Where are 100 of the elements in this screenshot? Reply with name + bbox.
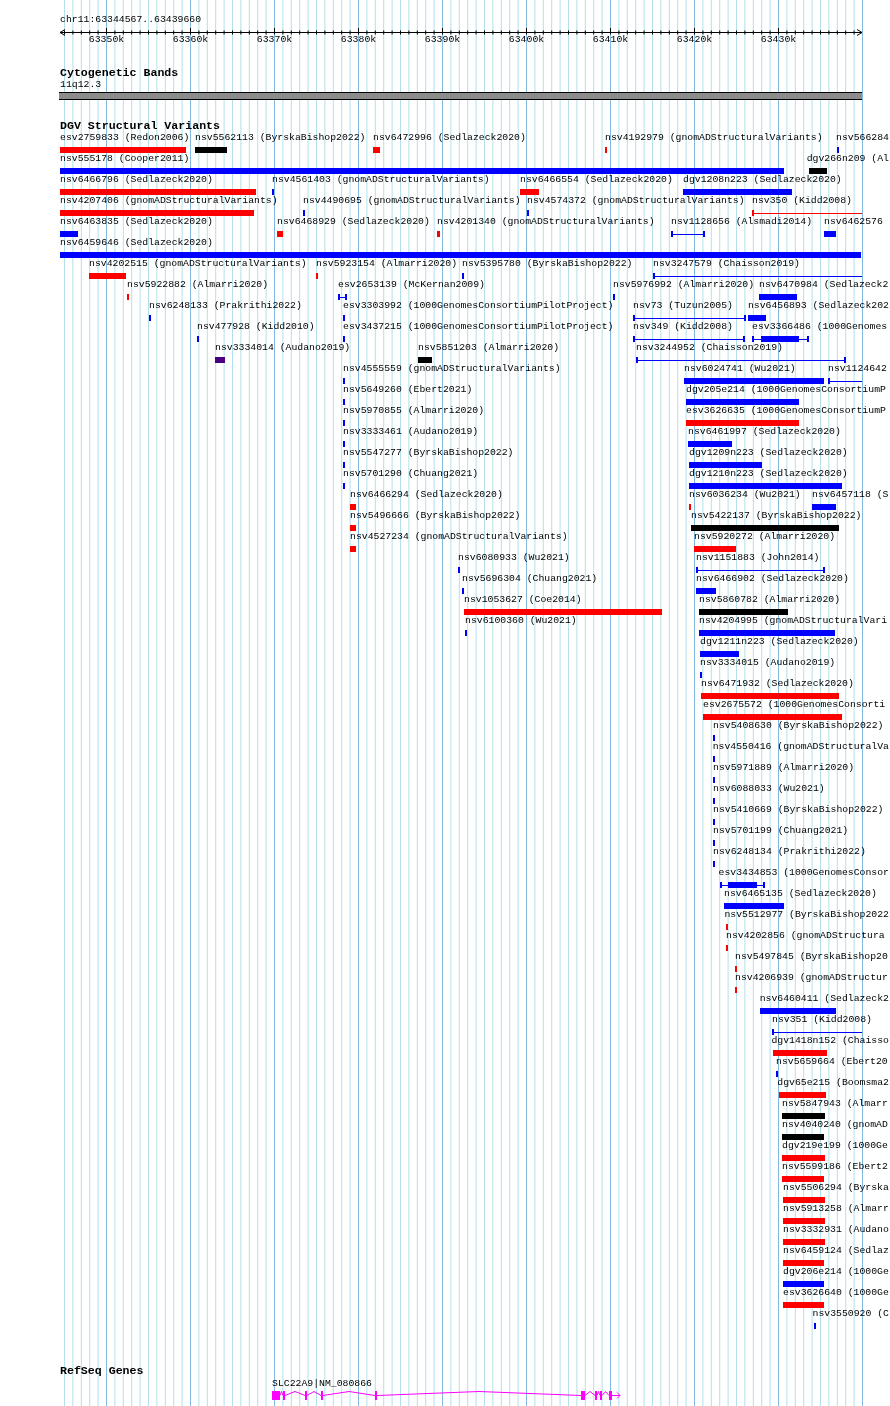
variant-bar[interactable] xyxy=(699,609,788,615)
variant-bar[interactable] xyxy=(418,357,432,363)
variant-bar[interactable] xyxy=(783,1239,825,1245)
variant-bar[interactable] xyxy=(215,357,225,363)
variant-bar[interactable] xyxy=(700,651,739,657)
track-title: DGV Structural Variants xyxy=(60,120,222,132)
variant-range-line[interactable] xyxy=(671,231,705,237)
variant-bar[interactable] xyxy=(60,189,256,195)
variant-label: nsv6463835 (Sedlazeck2020) xyxy=(60,216,213,228)
variant-label: nsv3334015 (Audano2019) xyxy=(700,657,836,669)
variant-bar[interactable] xyxy=(689,462,762,468)
variant-label: esv3434853 (1000GenomesConsor xyxy=(718,867,889,879)
variant-bar[interactable] xyxy=(824,231,836,237)
variant-range-line[interactable] xyxy=(636,357,846,363)
variant-label: nsv6466902 (Sedlazeck2020) xyxy=(696,573,849,585)
variant-bar[interactable] xyxy=(683,189,792,195)
variant-range-line[interactable] xyxy=(633,315,746,321)
variant-bar[interactable] xyxy=(760,1008,836,1014)
variant-label: nsv4561403 (gnomADStructuralVariants) xyxy=(272,174,490,186)
variant-bar[interactable] xyxy=(437,231,440,237)
variant-bar[interactable] xyxy=(703,714,842,720)
variant-bar[interactable] xyxy=(688,441,732,447)
variant-label: nsv4550416 (gnomADStructuralVa xyxy=(712,741,889,753)
variant-bar[interactable] xyxy=(782,1134,824,1140)
variant-bar[interactable] xyxy=(195,147,227,153)
variant-bar[interactable] xyxy=(782,1155,825,1161)
variant-bar[interactable] xyxy=(812,504,836,510)
variant-label: nsv4490695 (gnomADStructuralVariants) xyxy=(303,195,521,207)
variant-bar[interactable] xyxy=(809,168,827,174)
variant-bar[interactable] xyxy=(701,693,839,699)
variant-bar[interactable] xyxy=(350,504,356,510)
variant-range-line[interactable] xyxy=(633,336,745,342)
variant-bar[interactable] xyxy=(89,273,126,279)
variant-bar[interactable] xyxy=(773,1050,827,1056)
variant-label: nsv6466554 (Sedlazeck2020) xyxy=(520,174,673,186)
variant-label: dgv1209n223 (Sedlazeck2020) xyxy=(689,447,848,459)
variant-bar[interactable] xyxy=(686,420,799,426)
band-label: 11q12.3 xyxy=(60,79,103,91)
variant-bar[interactable] xyxy=(759,294,797,300)
variant-label: nsv351 (Kidd2008) xyxy=(772,1014,872,1026)
variant-label: nsv6462576 xyxy=(824,216,883,228)
variant-range-line[interactable] xyxy=(752,210,862,216)
variant-bar[interactable] xyxy=(373,147,380,153)
variant-bar[interactable] xyxy=(689,483,842,489)
variant-range-line[interactable] xyxy=(696,567,825,573)
variant-bar[interactable] xyxy=(350,546,356,552)
variant-label: nsv4202515 (gnomADStructuralVariants) xyxy=(89,258,307,270)
location-label: chr11:63344567..63439660 xyxy=(60,14,203,26)
variant-bar[interactable] xyxy=(60,168,784,174)
variant-label: nsv6459646 (Sedlazeck2020) xyxy=(60,237,213,249)
variant-label: nsv3334014 (Audano2019) xyxy=(215,342,351,354)
variant-bar[interactable] xyxy=(691,525,839,531)
variant-bar[interactable] xyxy=(782,1176,824,1182)
variant-bar[interactable] xyxy=(60,252,861,258)
variant-label: nsv3244952 (Chaisson2019) xyxy=(636,342,783,354)
variant-bar[interactable] xyxy=(783,1218,825,1224)
variant-bar[interactable] xyxy=(694,546,736,552)
variant-label: nsv5696304 (Chuang2021) xyxy=(462,573,598,585)
variant-bar[interactable] xyxy=(783,1197,825,1203)
variant-label: esv3366486 (1000Genomes xyxy=(752,321,888,333)
variant-bar[interactable] xyxy=(60,147,186,153)
variant-range-line[interactable] xyxy=(653,273,862,279)
variant-label: nsv4040240 (gnomAD xyxy=(782,1119,888,1131)
variant-bar[interactable] xyxy=(783,1302,824,1308)
variant-label: nsv555178 (Cooper2011) xyxy=(60,153,190,165)
variant-bar[interactable] xyxy=(779,1092,826,1098)
variant-range-line[interactable] xyxy=(338,294,347,300)
tick-label: 63390k xyxy=(424,34,461,46)
variant-bar[interactable] xyxy=(277,231,283,237)
variant-bar[interactable] xyxy=(783,1281,824,1287)
variant-label: nsv6248133 (Prakrithi2022) xyxy=(149,300,302,312)
tick-label: 63420k xyxy=(676,34,713,46)
variant-bar[interactable] xyxy=(350,525,356,531)
variant-range-bar[interactable] xyxy=(720,882,765,888)
track-title: Cytogenetic Bands xyxy=(60,67,180,79)
variant-label: nsv6470984 (Sedlazeck2 xyxy=(759,279,889,291)
tick-label: 63410k xyxy=(592,34,629,46)
variant-label: nsv4574372 (gnomADStructuralVariants) xyxy=(527,195,745,207)
variant-label: nsv4527234 (gnomADStructuralVariants) xyxy=(350,531,568,543)
variant-range-line[interactable] xyxy=(772,1029,862,1035)
variant-label: esv3303992 (1000GenomesConsortiumPilotProject) xyxy=(343,300,614,312)
gene-model-drawing[interactable] xyxy=(272,1391,621,1400)
variant-bar[interactable] xyxy=(60,210,254,216)
variant-label: nsv6088033 (Wu2021) xyxy=(713,783,825,795)
variant-label: nsv5395780 (ByrskaBishop2022) xyxy=(462,258,633,270)
variant-range-line[interactable] xyxy=(828,378,862,384)
variant-label: nsv5496666 (ByrskaBishop2022) xyxy=(350,510,521,522)
variant-bar[interactable] xyxy=(699,630,835,636)
variant-bar[interactable] xyxy=(748,315,766,321)
variant-bar[interactable] xyxy=(696,588,716,594)
variant-label: dgv65e215 (Boomsma2 xyxy=(777,1077,889,1089)
variant-bar[interactable] xyxy=(60,231,78,237)
variant-bar[interactable] xyxy=(464,609,662,615)
variant-range-bar[interactable] xyxy=(752,336,809,342)
variant-bar[interactable] xyxy=(520,189,539,195)
variant-bar[interactable] xyxy=(783,1260,824,1266)
variant-bar[interactable] xyxy=(686,399,799,405)
variant-label: dgv206e214 (1000Ge xyxy=(783,1266,889,1278)
variant-bar[interactable] xyxy=(782,1113,825,1119)
variant-bar[interactable] xyxy=(724,903,784,909)
